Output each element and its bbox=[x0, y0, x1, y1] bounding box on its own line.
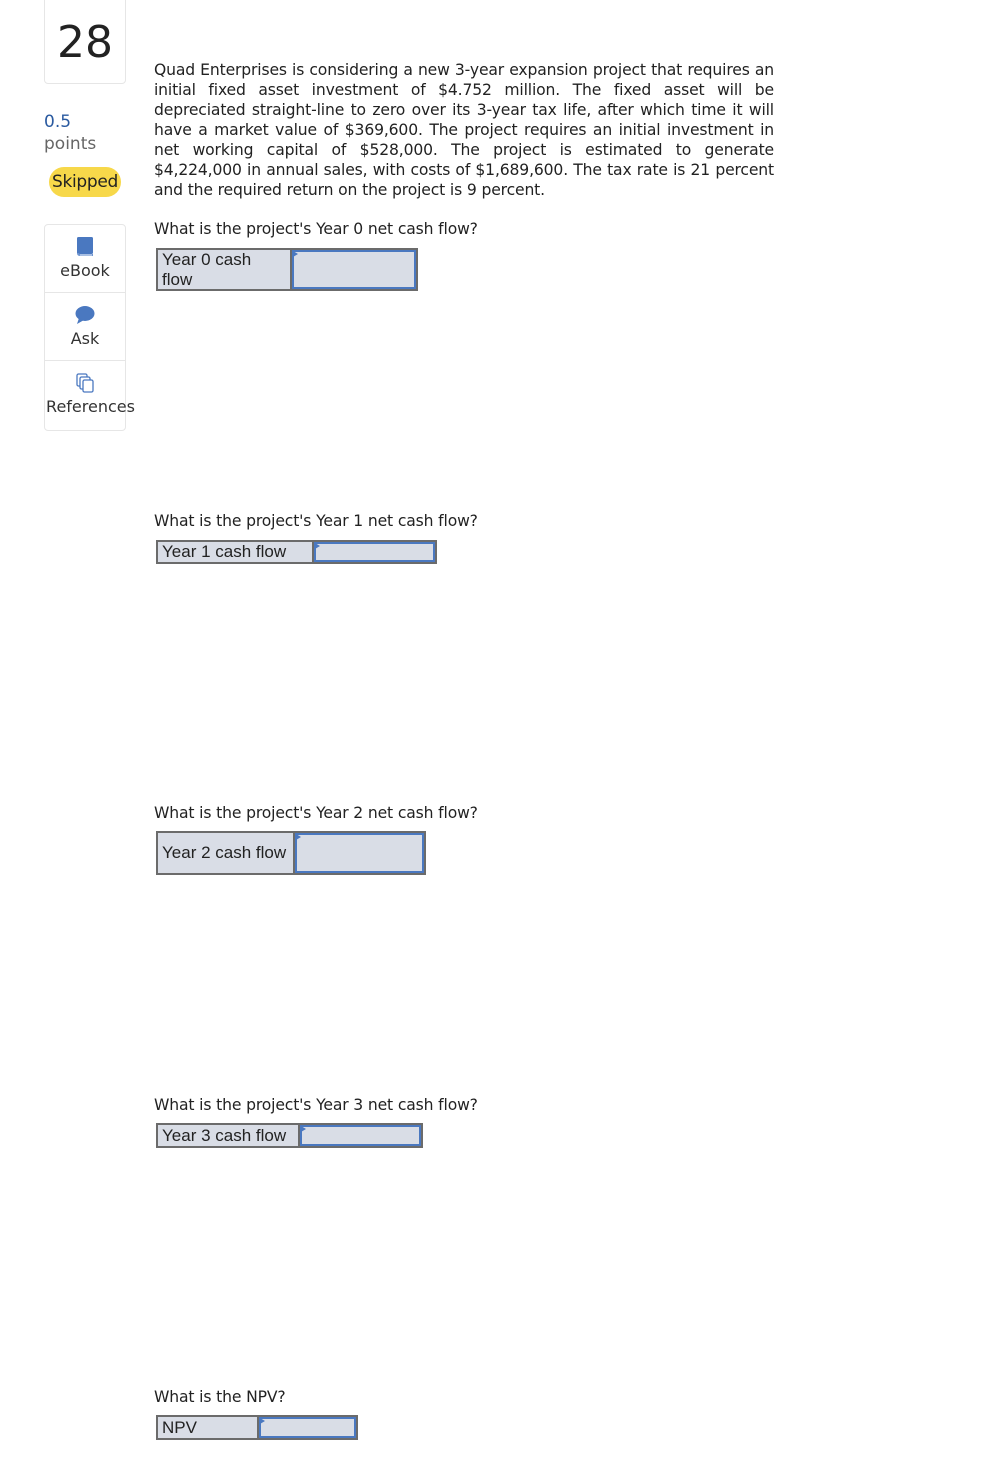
points-value: 0.5 bbox=[44, 112, 72, 132]
answer-cell-year-1 bbox=[314, 542, 435, 562]
question-prompt-year-2: What is the project's Year 2 net cash fl… bbox=[154, 804, 478, 822]
answer-label-year-2: Year 2 cash flow bbox=[158, 833, 295, 873]
ebook-label: eBook bbox=[60, 261, 110, 280]
ask-label: Ask bbox=[70, 329, 100, 348]
cell-marker-icon bbox=[301, 1126, 306, 1132]
cell-marker-icon bbox=[315, 543, 320, 549]
speech-bubble-icon bbox=[74, 304, 96, 326]
copy-documents-icon bbox=[74, 372, 96, 394]
answer-label-year-0: Year 0 cash flow bbox=[158, 250, 292, 289]
question-prompt-year-0: What is the project's Year 0 net cash fl… bbox=[154, 220, 478, 238]
answer-cell-year-3 bbox=[300, 1125, 421, 1146]
answer-label-year-1: Year 1 cash flow bbox=[158, 542, 314, 562]
answer-table-year-2: Year 2 cash flow bbox=[156, 831, 426, 875]
question-prompt-year-1: What is the project's Year 1 net cash fl… bbox=[154, 512, 478, 530]
question-number: 28 bbox=[57, 16, 113, 68]
book-icon bbox=[74, 236, 96, 258]
references-button[interactable]: References bbox=[45, 361, 135, 429]
answer-cell-year-0 bbox=[292, 250, 416, 289]
answer-table-year-1: Year 1 cash flow bbox=[156, 540, 437, 564]
cell-marker-icon bbox=[296, 834, 301, 840]
answer-table-npv: NPV bbox=[156, 1415, 358, 1440]
year-2-cash-flow-input[interactable] bbox=[295, 833, 424, 873]
answer-label-npv: NPV bbox=[158, 1417, 259, 1438]
question-prompt-npv: What is the NPV? bbox=[154, 1388, 286, 1406]
references-label: References bbox=[46, 397, 135, 416]
status-badge: Skipped bbox=[49, 167, 121, 197]
cell-marker-icon bbox=[293, 251, 298, 257]
answer-cell-year-2 bbox=[295, 833, 424, 873]
answer-table-year-0: Year 0 cash flow bbox=[156, 248, 418, 291]
ebook-button[interactable]: eBook bbox=[45, 225, 125, 293]
points-label: points bbox=[44, 134, 97, 154]
cell-marker-icon bbox=[260, 1418, 265, 1424]
question-prompt-year-3: What is the project's Year 3 net cash fl… bbox=[154, 1096, 478, 1114]
year-0-cash-flow-input[interactable] bbox=[292, 250, 416, 289]
question-number-box: 28 bbox=[44, 0, 126, 84]
answer-table-year-3: Year 3 cash flow bbox=[156, 1123, 423, 1148]
npv-input[interactable] bbox=[259, 1417, 356, 1438]
answer-cell-npv bbox=[259, 1417, 356, 1438]
answer-label-year-3: Year 3 cash flow bbox=[158, 1125, 300, 1146]
year-3-cash-flow-input[interactable] bbox=[300, 1125, 421, 1146]
ask-button[interactable]: Ask bbox=[45, 293, 125, 361]
year-1-cash-flow-input[interactable] bbox=[314, 542, 435, 562]
tools-panel: eBook Ask References bbox=[44, 224, 135, 431]
problem-statement: Quad Enterprises is considering a new 3-… bbox=[154, 61, 774, 199]
